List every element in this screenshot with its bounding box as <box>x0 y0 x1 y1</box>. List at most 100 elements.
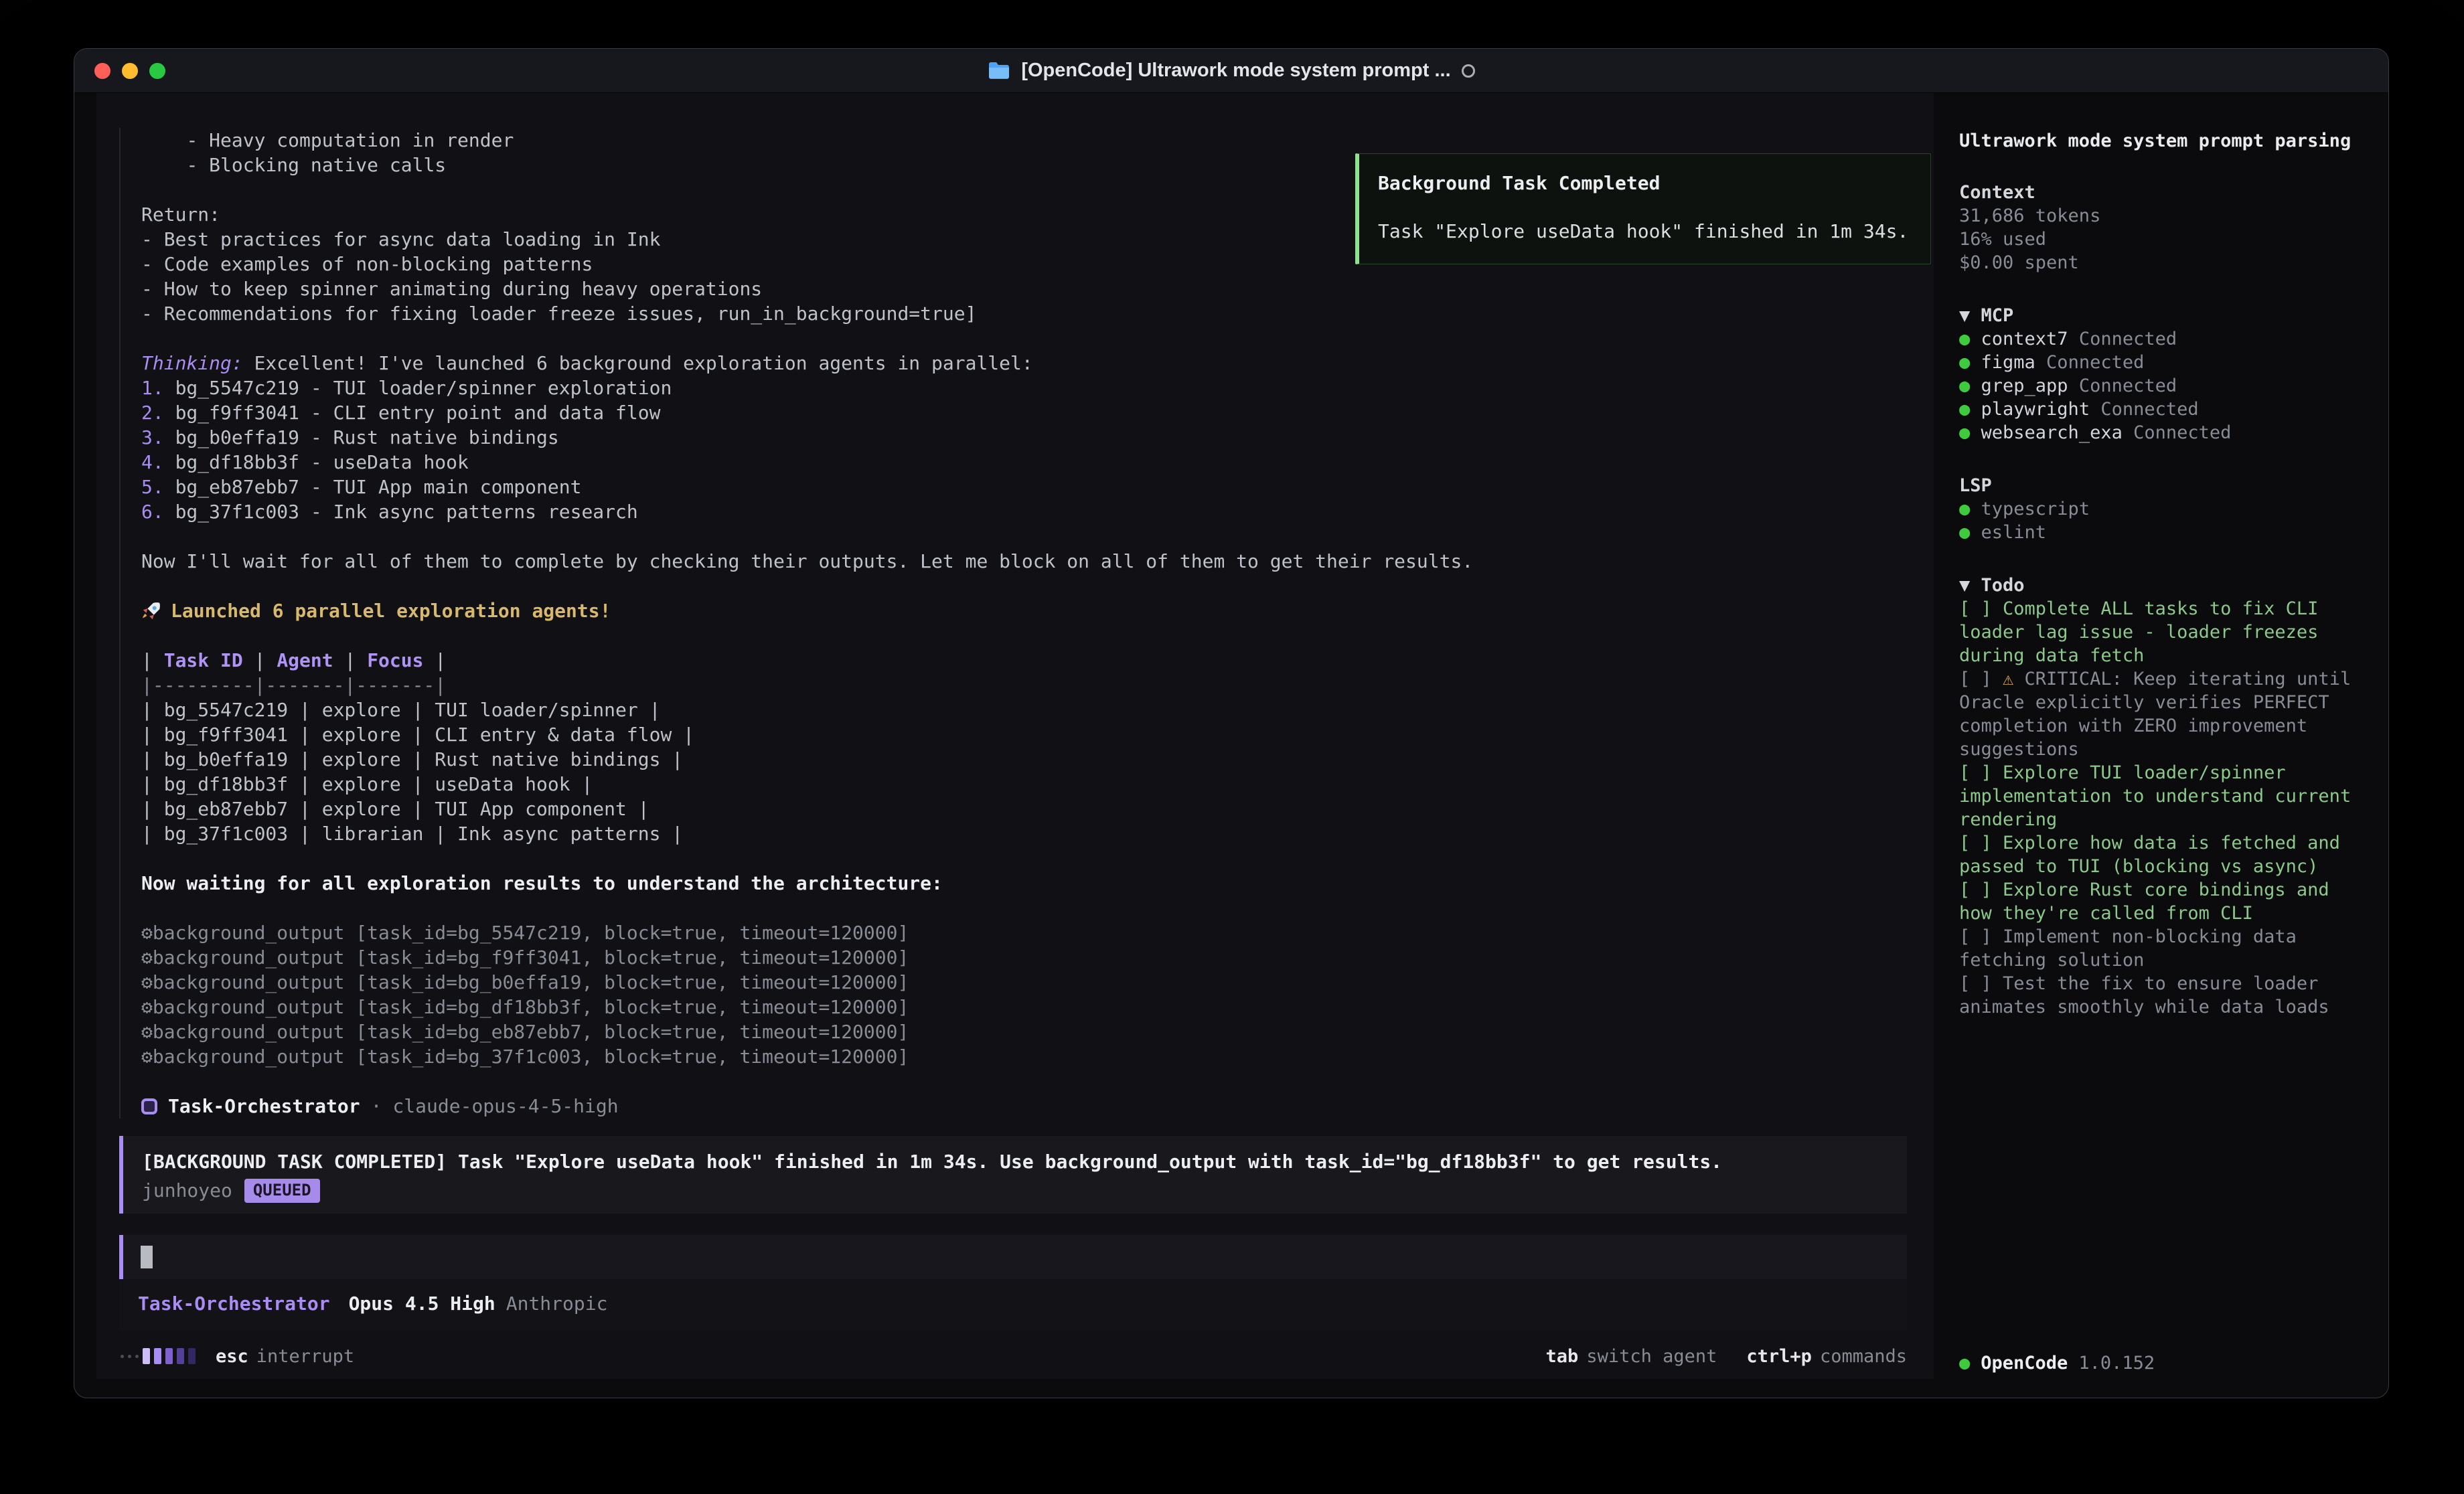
text-line: [ ] ⚠ CRITICAL: Keep iterating until Ora… <box>1959 667 2359 761</box>
queued-badge: QUEUED <box>244 1179 320 1203</box>
window-title-text: [OpenCode] Ultrawork mode system prompt … <box>1021 60 1450 82</box>
app-name: OpenCode <box>1981 1351 2068 1375</box>
text-line: |---------|-------|-------| <box>141 673 1907 697</box>
message-lines: | Task ID | Agent | Focus ||---------|--… <box>141 623 1907 1094</box>
prompt-input[interactable] <box>119 1235 1907 1279</box>
tab-hint: tab switch agent <box>1546 1346 1717 1367</box>
sidebar: Ultrawork mode system prompt parsing Con… <box>1934 93 2388 1398</box>
text-line: ⚙background_output [task_id=bg_f9ff3041,… <box>141 945 1907 970</box>
todo-list: [ ] Complete ALL tasks to fix CLI loader… <box>1959 597 2359 1019</box>
text-line: ⚙background_output [task_id=bg_37f1c003,… <box>141 1044 1907 1069</box>
text-line: ⚙background_output [task_id=bg_b0effa19,… <box>141 970 1907 995</box>
text-line: ⚙background_output [task_id=bg_df18bb3f,… <box>141 995 1907 1019</box>
app-body: - Heavy computation in render - Blocking… <box>74 93 2388 1398</box>
title-bar: [OpenCode] Ultrawork mode system prompt … <box>74 49 2388 93</box>
text-line: [ ] Test the fix to ensure loader animat… <box>1959 972 2359 1019</box>
composer-meta: Task-Orchestrator Opus 4.5 High Anthropi… <box>119 1279 1907 1331</box>
text-line: | bg_eb87ebb7 | explore | TUI App compon… <box>141 797 1907 821</box>
esc-hint: esc interrupt <box>216 1346 354 1367</box>
text-line: 1. bg_5547c219 - TUI loader/spinner expl… <box>141 376 1907 400</box>
text-cursor <box>141 1246 153 1268</box>
username: junhoyeo <box>142 1178 232 1203</box>
app-version: 1.0.152 <box>2078 1351 2155 1375</box>
rocket-announcement-text: Launched 6 parallel exploration agents! <box>171 598 611 623</box>
text-line: [ ] Explore Rust core bindings and how t… <box>1959 878 2359 925</box>
text-line: 16% used <box>1959 228 2359 251</box>
text-line <box>141 524 1907 549</box>
agent-icon <box>141 1098 157 1114</box>
background-task-completed-message: [BACKGROUND TASK COMPLETED] Task "Explor… <box>119 1136 1907 1214</box>
tab-action-label: switch agent <box>1586 1346 1717 1367</box>
context-header: Context <box>1959 181 2359 204</box>
agent-name: Task-Orchestrator <box>168 1094 360 1118</box>
text-line: ● eslint <box>1959 521 2359 544</box>
tab-key-label: tab <box>1546 1346 1579 1367</box>
assistant-message: - Heavy computation in render - Blocking… <box>119 128 1907 1118</box>
conversation-area[interactable]: - Heavy computation in render - Blocking… <box>96 93 1934 1340</box>
completed-message-text: [BACKGROUND TASK COMPLETED] Task "Explor… <box>142 1149 1887 1174</box>
ctrlp-action-label: commands <box>1820 1346 1907 1367</box>
mcp-header[interactable]: ▼ MCP <box>1959 304 2359 327</box>
commands-hint: ctrl+p commands <box>1746 1346 1907 1367</box>
todo-section: ▼ Todo [ ] Complete ALL tasks to fix CLI… <box>1959 574 2359 1019</box>
mcp-section: ▼ MCP ● context7 Connected● figma Connec… <box>1959 304 2359 444</box>
composer-provider-name: Anthropic <box>506 1291 608 1316</box>
text-line: 2. bg_f9ff3041 - CLI entry point and dat… <box>141 400 1907 425</box>
app-version-footer: ● OpenCode 1.0.152 <box>1959 1351 2155 1375</box>
agent-separator: · <box>371 1094 382 1118</box>
text-line: | bg_37f1c003 | librarian | Ink async pa… <box>141 821 1907 846</box>
lsp-section: LSP ● typescript● eslint <box>1959 474 2359 544</box>
composer-agent-name: Task-Orchestrator <box>138 1291 330 1316</box>
window-title: [OpenCode] Ultrawork mode system prompt … <box>988 60 1474 82</box>
text-line: ● websearch_exa Connected <box>1959 421 2359 444</box>
background-task-toast[interactable]: Background Task Completed Task "Explore … <box>1355 153 1931 264</box>
agent-model: claude-opus-4-5-high <box>392 1094 618 1118</box>
toast-body: Task "Explore useData hook" finished in … <box>1378 220 1917 244</box>
text-line: | bg_5547c219 | explore | TUI loader/spi… <box>141 697 1907 722</box>
text-line: Now I'll wait for all of them to complet… <box>141 549 1907 574</box>
text-line <box>141 574 1907 598</box>
text-line: 6. bg_37f1c003 - Ink async patterns rese… <box>141 499 1907 524</box>
text-line: ● typescript <box>1959 497 2359 521</box>
text-line <box>141 896 1907 920</box>
text-line: ● figma Connected <box>1959 351 2359 374</box>
esc-action-label: interrupt <box>256 1346 354 1367</box>
text-line: ● grep_app Connected <box>1959 374 2359 398</box>
folder-icon <box>988 62 1010 80</box>
lsp-server-list: ● typescript● eslint <box>1959 497 2359 544</box>
window-controls <box>94 63 165 79</box>
text-line: - Heavy computation in render <box>141 128 1907 153</box>
text-line: [ ] Explore how data is fetched and pass… <box>1959 831 2359 878</box>
text-line: 5. bg_eb87ebb7 - TUI App main component <box>141 475 1907 499</box>
close-button[interactable] <box>94 63 110 79</box>
rocket-icon <box>141 601 161 621</box>
text-line: ⚙background_output [task_id=bg_eb87ebb7,… <box>141 1019 1907 1044</box>
lsp-header: LSP <box>1959 474 2359 497</box>
agent-status-line: Task-Orchestrator · claude-opus-4-5-high <box>141 1094 1907 1118</box>
terminal-panel: - Heavy computation in render - Blocking… <box>96 93 1934 1379</box>
text-line <box>141 846 1907 871</box>
text-line: | bg_df18bb3f | explore | useData hook | <box>141 772 1907 797</box>
text-line <box>141 623 1907 648</box>
text-line: ● playwright Connected <box>1959 398 2359 421</box>
text-line: 3. bg_b0effa19 - Rust native bindings <box>141 425 1907 450</box>
text-line: 31,686 tokens <box>1959 204 2359 228</box>
text-line <box>141 1069 1907 1094</box>
sidebar-title: Ultrawork mode system prompt parsing <box>1959 129 2359 153</box>
toast-title: Background Task Completed <box>1378 171 1917 195</box>
zoom-button[interactable] <box>149 63 165 79</box>
text-line: - Recommendations for fixing loader free… <box>141 301 1907 326</box>
text-line: [ ] Complete ALL tasks to fix CLI loader… <box>1959 597 2359 667</box>
text-line: | bg_b0effa19 | explore | Rust native bi… <box>141 747 1907 772</box>
mcp-server-list: ● context7 Connected● figma Connected● g… <box>1959 327 2359 444</box>
ctrlp-key-label: ctrl+p <box>1746 1346 1812 1367</box>
text-line: Thinking: Excellent! I've launched 6 bac… <box>141 351 1907 376</box>
text-line: ⚙background_output [task_id=bg_5547c219,… <box>141 920 1907 945</box>
text-line: 4. bg_df18bb3f - useData hook <box>141 450 1907 475</box>
text-line: $0.00 spent <box>1959 251 2359 274</box>
composer: Task-Orchestrator Opus 4.5 High Anthropi… <box>119 1235 1907 1331</box>
text-line: [ ] Explore TUI loader/spinner implement… <box>1959 761 2359 831</box>
text-line <box>141 326 1907 351</box>
minimize-button[interactable] <box>122 63 138 79</box>
todo-header[interactable]: ▼ Todo <box>1959 574 2359 597</box>
